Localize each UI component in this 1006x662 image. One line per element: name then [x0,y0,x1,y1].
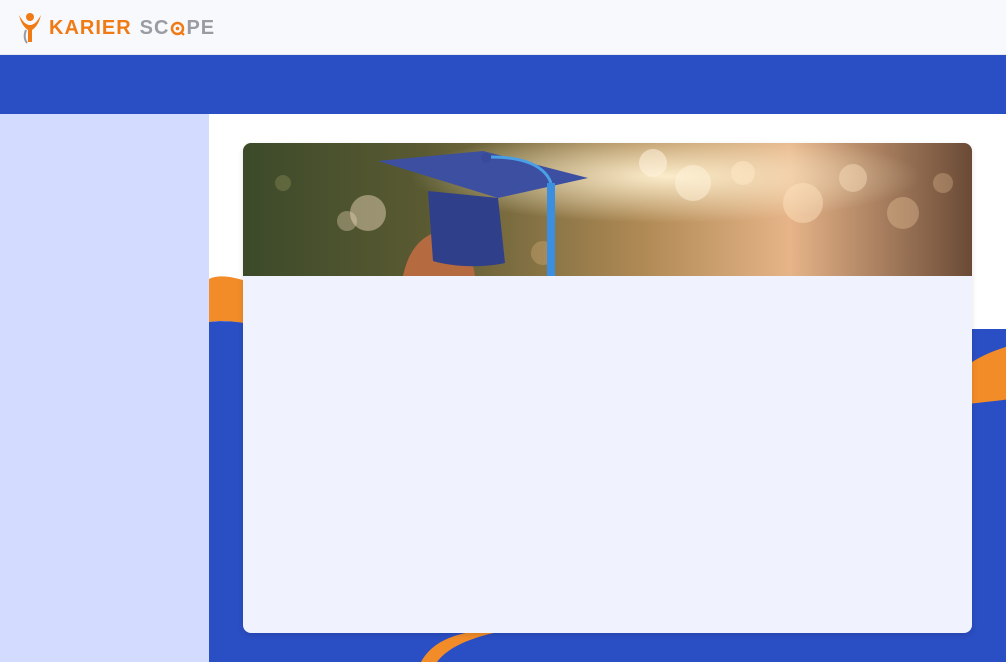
main-content [209,114,1006,662]
content-card [243,143,972,633]
karier-scope-logo[interactable]: KARIER SC PE [17,12,215,44]
logo-word-scope-prefix: SC [139,16,170,39]
logo-word-scope-suffix: PE [186,16,216,39]
person-logo-icon [19,13,41,44]
card-body [243,276,972,633]
sidebar [0,114,209,662]
graduation-banner-image [243,143,972,276]
top-bar: KARIER SC PE [0,0,1006,55]
navigation-band [0,55,1006,114]
target-icon [170,21,186,36]
logo-word-karier: KARIER [49,16,132,39]
logo-word-scope: SC PE [140,17,215,40]
